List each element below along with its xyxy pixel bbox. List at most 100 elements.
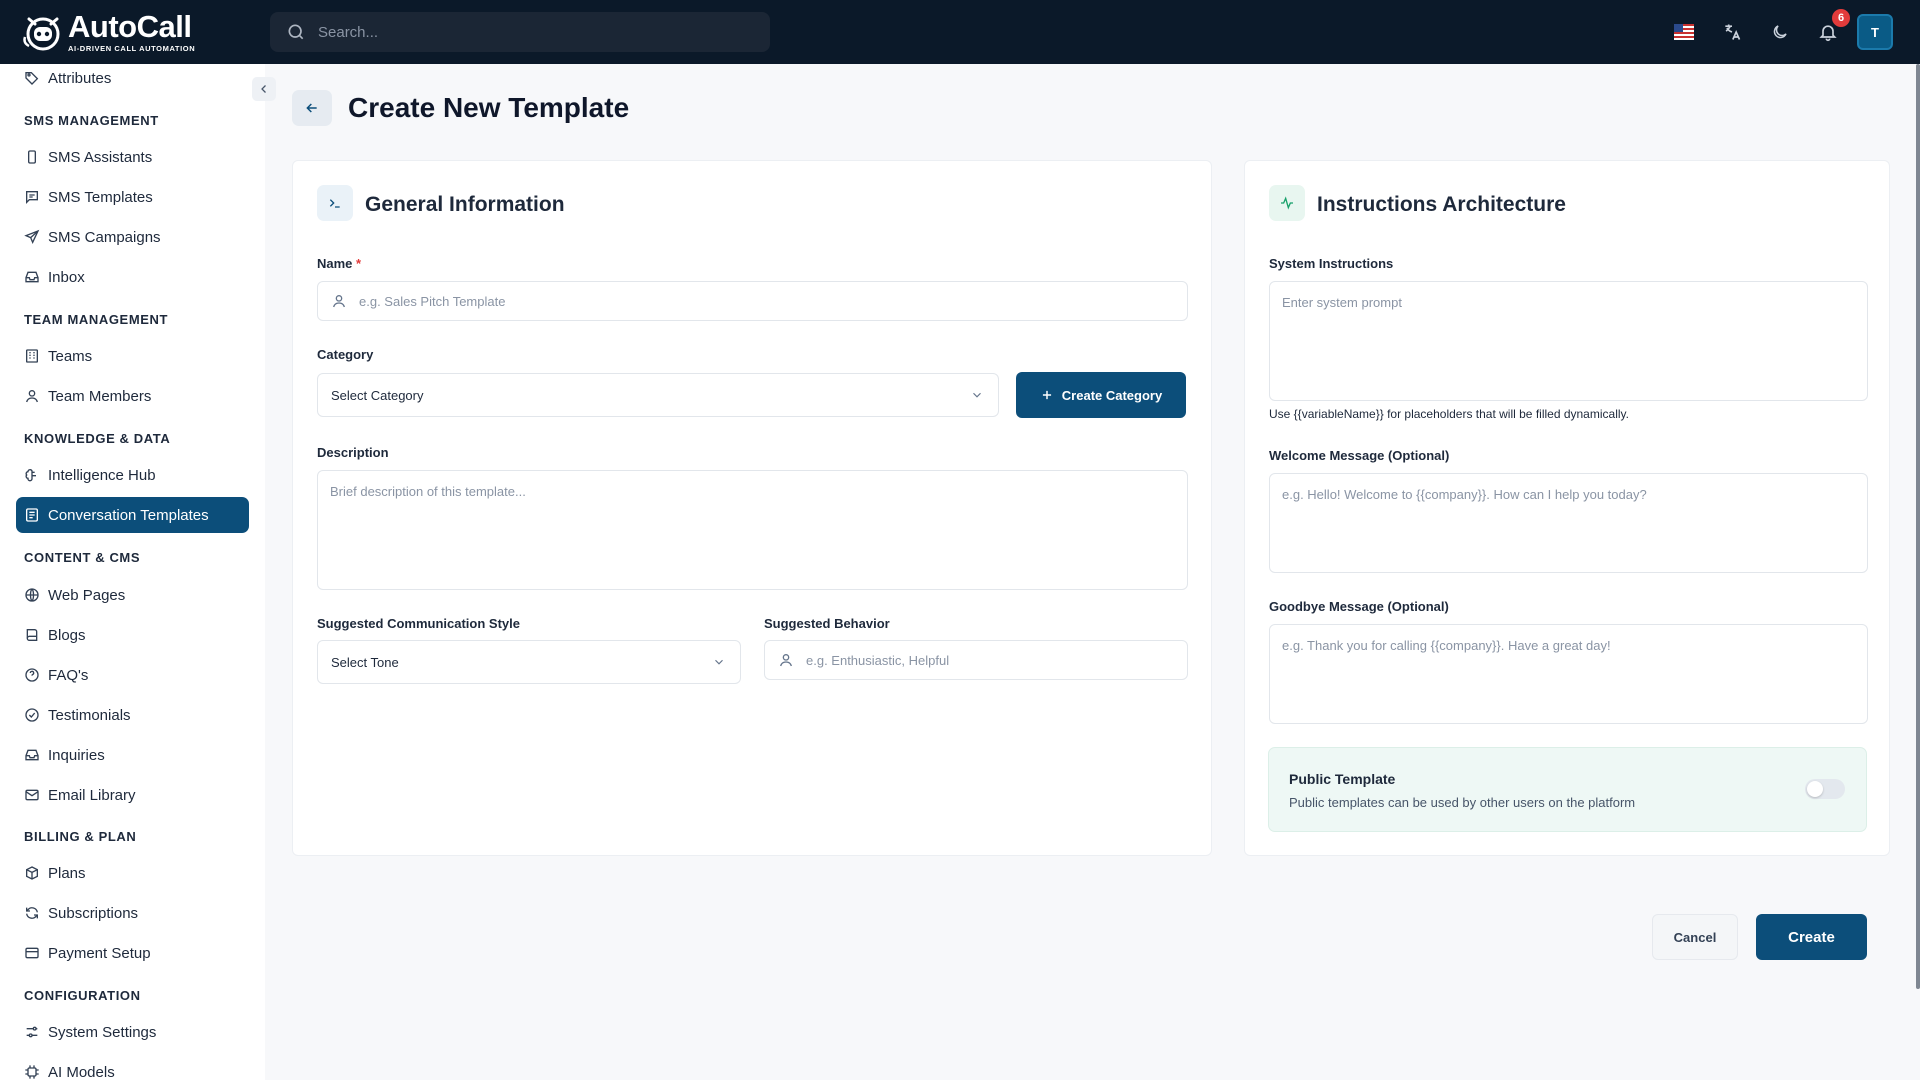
package-icon (26, 866, 38, 880)
sidebar-item-label: Attributes (48, 69, 112, 87)
sidebar-item-attributes[interactable]: Attributes (16, 60, 249, 96)
activity-icon (1269, 185, 1305, 221)
sidebar-item-team-members[interactable]: Team Members (16, 378, 249, 414)
sliders-icon (26, 1026, 38, 1038)
goodbye-message-textarea[interactable]: e.g. Thank you for calling {{company}}. … (1269, 624, 1868, 724)
user-avatar[interactable]: T (1857, 14, 1893, 50)
top-bar: AutoCall AI-DRIVEN CALL AUTOMATION Searc… (0, 0, 1920, 64)
welcome-message-textarea[interactable]: e.g. Hello! Welcome to {{company}}. How … (1269, 473, 1868, 573)
general-information-title: General Information (365, 193, 565, 216)
building-icon (26, 349, 38, 363)
sidebar-item-web-pages[interactable]: Web Pages (16, 577, 249, 613)
required-marker: * (356, 256, 362, 271)
globe-icon (25, 588, 39, 602)
welcome-message-label: Welcome Message (Optional) (1269, 448, 1450, 463)
sidebar-item-sms-campaigns[interactable]: SMS Campaigns (16, 219, 249, 255)
description-textarea[interactable]: Brief description of this template... (317, 470, 1188, 590)
cancel-button[interactable]: Cancel (1652, 914, 1738, 960)
toggle-knob (1807, 781, 1823, 797)
sidebar-item-subscriptions[interactable]: Subscriptions (16, 895, 249, 931)
sidebar-item-faq-s[interactable]: FAQ's (16, 657, 249, 693)
us-flag-icon[interactable] (1674, 24, 1694, 40)
sidebar-item-intelligence-hub[interactable]: Intelligence Hub (16, 457, 249, 493)
sidebar-item-conversation-templates[interactable]: Conversation Templates (16, 497, 249, 533)
help-circle-icon (25, 668, 39, 682)
create-button[interactable]: Create (1756, 914, 1867, 960)
user-icon (333, 295, 345, 308)
sidebar-item-blogs[interactable]: Blogs (16, 617, 249, 653)
sidebar-item-label: Inquiries (48, 746, 105, 764)
system-instructions-placeholder: Enter system prompt (1282, 295, 1402, 310)
sidebar-item-inbox[interactable]: Inbox (16, 259, 249, 295)
nav-section-knowledge-data: KNOWLEDGE & DATA (24, 431, 171, 446)
chevron-down-icon (973, 392, 981, 398)
name-label: Name * (317, 256, 362, 271)
sidebar-item-label: Plans (48, 864, 86, 882)
sidebar-item-system-settings[interactable]: System Settings (16, 1014, 249, 1050)
search-input[interactable]: Search... (270, 12, 770, 52)
sidebar-item-plans[interactable]: Plans (16, 855, 249, 891)
goodbye-message-label: Goodbye Message (Optional) (1269, 599, 1449, 614)
user-icon (780, 654, 792, 667)
user-icon (26, 390, 38, 403)
nav-section-configuration: CONFIGURATION (24, 988, 141, 1003)
search-icon (288, 24, 304, 40)
moon-icon[interactable] (1768, 20, 1792, 44)
back-button[interactable] (292, 90, 332, 126)
sidebar: Attributes SMS MANAGEMENT SMS Assistants SM… (0, 64, 265, 1080)
description-placeholder: Brief description of this template... (330, 484, 526, 499)
sidebar-item-label: Testimonials (48, 706, 131, 724)
mail-icon (25, 789, 39, 801)
arrow-left-icon (306, 103, 317, 113)
sidebar-item-label: Inbox (48, 268, 85, 286)
name-placeholder: e.g. Sales Pitch Template (359, 293, 506, 309)
sidebar-item-sms-assistants[interactable]: SMS Assistants (16, 139, 249, 175)
suggested-behavior-placeholder: e.g. Enthusiastic, Helpful (806, 652, 950, 668)
notification-badge: 6 (1832, 9, 1850, 27)
sidebar-item-label: Subscriptions (48, 904, 139, 922)
refresh-icon (26, 907, 38, 919)
tag-icon (25, 72, 39, 85)
app-name: AutoCall (68, 9, 192, 44)
nav-section-billing-plan: BILLING & PLAN (24, 829, 137, 844)
page-scrollbar[interactable] (1916, 64, 1920, 989)
sidebar-item-label: Email Library (48, 786, 136, 804)
terminal-icon (317, 185, 353, 221)
cpu-icon (25, 1065, 39, 1079)
brain-icon (25, 469, 36, 482)
sidebar-item-testimonials[interactable]: Testimonials (16, 697, 249, 733)
sidebar-item-label: SMS Campaigns (48, 228, 161, 246)
translate-icon[interactable] (1720, 20, 1744, 44)
sidebar-item-payment-setup[interactable]: Payment Setup (16, 935, 249, 971)
sidebar-item-ai-models[interactable]: AI Models (16, 1054, 249, 1080)
communication-style-select[interactable]: Select Tone (317, 640, 741, 684)
category-select[interactable]: Select Category (317, 373, 999, 417)
sidebar-item-inquiries[interactable]: Inquiries (16, 737, 249, 773)
goodbye-message-placeholder: e.g. Thank you for calling {{company}}. … (1282, 638, 1611, 653)
name-input[interactable]: e.g. Sales Pitch Template (317, 281, 1188, 321)
communication-style-label: Suggested Communication Style (317, 616, 520, 631)
create-category-button[interactable]: Create Category (1016, 372, 1186, 418)
nav-section-team-management: TEAM MANAGEMENT (24, 312, 169, 327)
sidebar-item-email-library[interactable]: Email Library (16, 777, 249, 813)
send-icon (24, 229, 40, 244)
sidebar-item-teams[interactable]: Teams (16, 338, 249, 374)
system-instructions-label: System Instructions (1269, 256, 1394, 271)
public-template-title: Public Template (1289, 771, 1396, 787)
sidebar-item-label: FAQ's (48, 666, 89, 684)
inbox-icon (25, 749, 39, 761)
instructions-architecture-title: Instructions Architecture (1317, 193, 1566, 216)
robot-logo-icon (22, 11, 64, 53)
category-value: Select Category (331, 387, 424, 403)
sidebar-item-sms-templates[interactable]: SMS Templates (16, 179, 249, 215)
sidebar-item-label: Blogs (48, 626, 86, 644)
system-instructions-textarea[interactable]: Enter system prompt (1269, 281, 1868, 401)
public-template-toggle[interactable] (1805, 779, 1845, 799)
app-logo[interactable]: AutoCall AI-DRIVEN CALL AUTOMATION (22, 8, 202, 56)
phone-icon (28, 150, 36, 164)
suggested-behavior-input[interactable]: e.g. Enthusiastic, Helpful (764, 640, 1188, 680)
nav-section-content-cms: CONTENT & CMS (24, 550, 141, 565)
sidebar-collapse-button[interactable] (252, 77, 276, 101)
credit-card-icon (25, 947, 39, 959)
chevron-left-icon (261, 85, 266, 93)
